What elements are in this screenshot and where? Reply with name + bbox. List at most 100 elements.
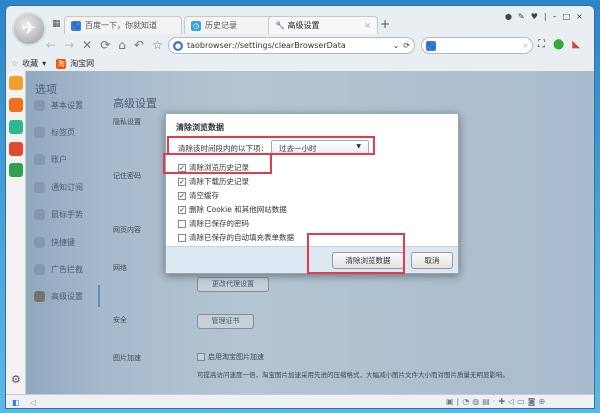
option-label: 清除下载历史记录 xyxy=(189,177,249,186)
page-title: 高级设置 xyxy=(113,97,157,110)
forward-icon[interactable]: → xyxy=(64,38,74,52)
option-cookies[interactable]: ✓ 删除 Cookie 和其他网站数据 xyxy=(178,204,287,215)
checkbox[interactable] xyxy=(178,233,186,242)
favorites-menu[interactable]: 收藏 xyxy=(22,58,38,69)
taobao-app-icon[interactable] xyxy=(9,98,23,112)
checkbox[interactable]: ✓ xyxy=(178,205,186,214)
app-icon-bar: ⚙ xyxy=(6,71,26,394)
wrench-icon: 🔧 高级设置 xyxy=(275,21,320,30)
sidebar-item-advanced[interactable]: 高级设置 xyxy=(34,291,83,302)
notification-icon xyxy=(34,182,45,193)
calendar-app-icon[interactable] xyxy=(9,142,23,156)
sidebar-item-label: 广告拦截 xyxy=(51,265,83,274)
cancel-button[interactable]: 取消 xyxy=(411,252,453,269)
tab-grid-icon[interactable]: ▦ xyxy=(52,19,61,29)
option-label: 删除 Cookie 和其他网站数据 xyxy=(189,205,287,214)
checkbox[interactable] xyxy=(197,353,205,361)
home-icon[interactable]: ⌂ xyxy=(118,38,126,52)
checkbox[interactable]: ✓ xyxy=(178,191,186,200)
section-password: 记住密码 xyxy=(113,172,141,180)
url-text: taobrowser://settings/clearBrowserData xyxy=(187,41,346,50)
proxy-settings-button[interactable]: 更改代理设置 xyxy=(197,277,269,292)
undo-close-icon[interactable]: ↶ xyxy=(134,38,144,52)
sidebar-item-label: 标签页 xyxy=(51,128,75,137)
tab-advanced-settings[interactable]: 🔧 高级设置 × xyxy=(268,16,378,34)
close-tab-icon[interactable]: × xyxy=(364,21,371,30)
sidebar-item-account[interactable]: 账户 xyxy=(34,154,67,165)
search-box[interactable]: 🐾 ⌕ xyxy=(421,37,533,54)
help-icon[interactable]: ● xyxy=(505,12,512,21)
account-app-icon[interactable] xyxy=(9,120,23,134)
back-icon[interactable]: ← xyxy=(46,38,56,52)
option-label: 清空缓存 xyxy=(189,191,219,200)
stop-icon[interactable]: ✕ xyxy=(82,38,92,52)
image-acceleration-checkbox[interactable]: 启用淘宝图片加速 xyxy=(197,352,264,362)
tools-icon[interactable]: ✎ xyxy=(518,12,525,21)
skin-icon[interactable]: ♥ xyxy=(531,12,538,21)
dropdown-icon[interactable]: ⌄ xyxy=(393,41,400,50)
sidebar-item-label: 快捷键 xyxy=(51,238,75,247)
mouse-icon xyxy=(34,209,45,220)
option-autofill[interactable]: 清除已保存的自动填充表单数据 xyxy=(178,232,294,243)
sidebar-item-basic[interactable]: 基本设置 xyxy=(34,100,83,111)
settings-gear-icon[interactable]: ⚙ xyxy=(11,373,21,386)
extension-icon[interactable]: ◣ xyxy=(572,39,580,50)
option-cache[interactable]: ✓ 清空缓存 xyxy=(178,190,219,201)
tab-label: 历史记录 xyxy=(205,21,237,30)
bookmark-taobao[interactable]: 淘宝网 xyxy=(70,58,94,69)
tab-baidu[interactable]: 🐾 百度一下，你就知道 xyxy=(64,16,182,34)
favorites-app-icon[interactable] xyxy=(9,76,23,90)
section-web-content: 网页内容 xyxy=(113,226,141,234)
close-button[interactable]: × xyxy=(576,12,583,21)
search-engine-icon[interactable]: 🐾 xyxy=(426,40,436,51)
sidebar: 选项 基本设置 标签页 账户 通知订阅 鼠标手势 快捷键 广告拦截 高级设置 xyxy=(26,71,101,394)
manage-certificates-button[interactable]: 管理证书 xyxy=(197,314,254,329)
status-bar: ◧ ◁ ▣|◔◍▤·✚◁▭◙⊕ xyxy=(6,394,594,408)
keyboard-icon xyxy=(34,237,45,248)
favorites-icon: ☆ xyxy=(11,59,19,68)
search-icon[interactable]: ⌕ xyxy=(524,41,528,51)
section-image-acceleration: 图片加速 xyxy=(113,354,141,362)
checkbox-label: 启用淘宝图片加速 xyxy=(208,353,264,361)
section-security: 安全 xyxy=(113,316,127,324)
sidebar-item-tabs[interactable]: 标签页 xyxy=(34,127,75,138)
sidebar-item-label: 高级设置 xyxy=(51,292,83,301)
option-passwords[interactable]: 清除已保存的密码 xyxy=(178,218,249,229)
toolbox-icon xyxy=(34,291,45,302)
browser-logo[interactable]: ✈ xyxy=(12,12,46,46)
adblock-icon xyxy=(34,264,45,275)
sidebar-item-label: 基本设置 xyxy=(51,101,83,110)
reload-icon[interactable]: ⟳ xyxy=(403,41,410,50)
sidebar-item-gestures[interactable]: 鼠标手势 xyxy=(34,209,83,220)
sidebar-item-label: 账户 xyxy=(51,155,67,164)
screenshot-icon[interactable]: ⛶ xyxy=(538,39,545,50)
sidebar-item-notifications[interactable]: 通知订阅 xyxy=(34,182,83,193)
account-icon xyxy=(34,154,45,165)
basic-icon xyxy=(34,100,45,111)
option-label: 清除已保存的密码 xyxy=(189,219,249,228)
bookmark-star-icon[interactable]: ☆ xyxy=(152,38,163,52)
maximize-button[interactable]: □ xyxy=(563,12,571,21)
sidebar-item-shortcuts[interactable]: 快捷键 xyxy=(34,237,75,248)
speaker-icon[interactable]: ◁ xyxy=(30,398,36,407)
sidebar-item-label: 通知订阅 xyxy=(51,183,83,192)
new-tab-button[interactable]: + xyxy=(380,17,390,31)
status-tray-icons[interactable]: ▣|◔◍▤·✚◁▭◙⊕ xyxy=(446,397,548,406)
minimize-button[interactable]: – xyxy=(553,12,557,21)
highlight-history-option xyxy=(163,153,272,174)
taobao-icon: 淘 xyxy=(56,58,67,69)
sidebar-toggle-icon[interactable]: ◧ xyxy=(12,398,20,407)
download-icon[interactable]: ⬤ xyxy=(553,39,564,50)
sidebar-item-adblock[interactable]: 广告拦截 xyxy=(34,264,83,275)
dialog-title: 清除浏览数据 xyxy=(176,123,224,132)
option-downloads[interactable]: ✓ 清除下载历史记录 xyxy=(178,176,249,187)
checkbox[interactable] xyxy=(178,219,186,228)
globe-icon: ● xyxy=(173,40,183,51)
image-acceleration-description: 可提高访问速度一倍，淘宝图片加速采用先进的压缩格式，大幅减小图片文件大小而对图片… xyxy=(197,371,509,379)
section-network: 网络 xyxy=(113,264,127,272)
section-privacy: 隐私设置 xyxy=(113,118,141,126)
checkbox[interactable]: ✓ xyxy=(178,177,186,186)
wallet-app-icon[interactable] xyxy=(9,163,23,177)
refresh-icon[interactable]: ⟳ xyxy=(100,38,110,52)
address-bar[interactable]: ● taobrowser://settings/clearBrowserData ⌄… xyxy=(168,37,415,54)
